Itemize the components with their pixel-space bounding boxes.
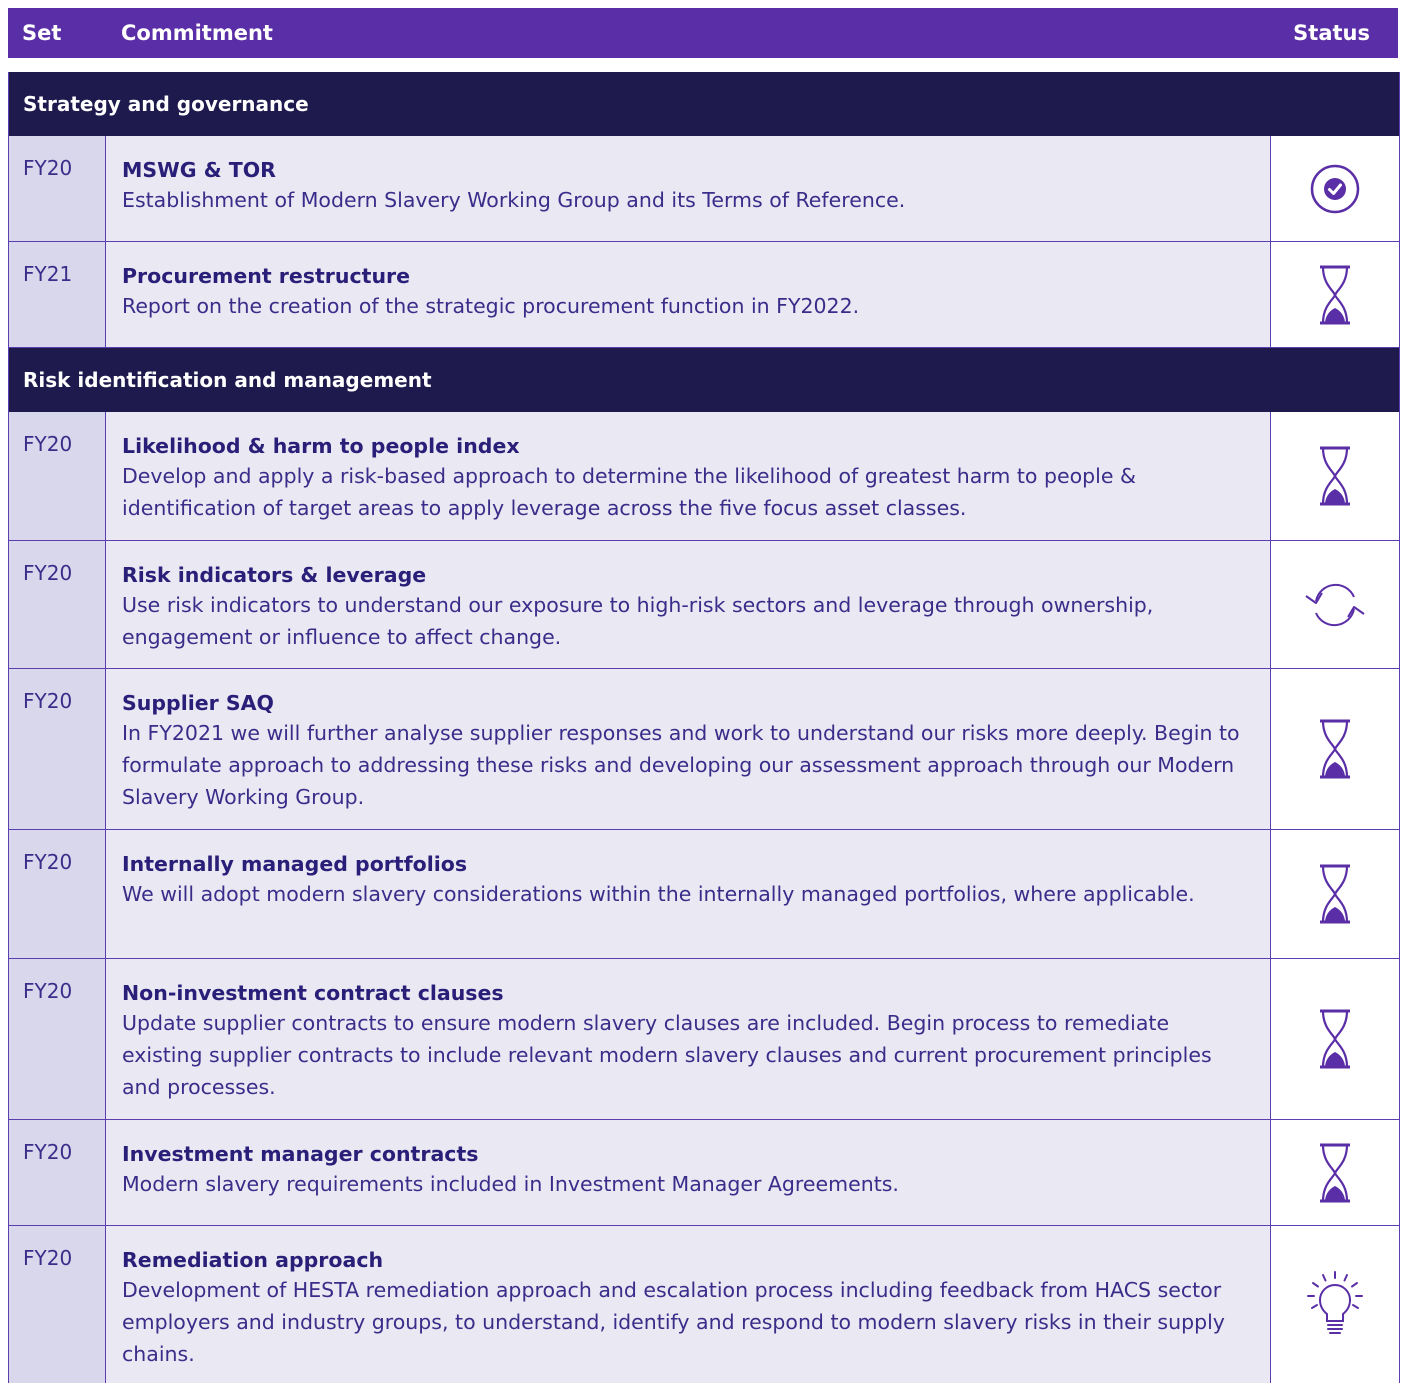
row-title: Risk indicators & leverage <box>122 563 427 587</box>
row-set: FY20 <box>9 412 106 540</box>
row-description: Establishment of Modern Slavery Working … <box>122 188 906 212</box>
row-title: Likelihood & harm to people index <box>122 434 520 458</box>
table-row: FY20 Remediation approach Development of… <box>9 1226 1399 1383</box>
row-description: Use risk indicators to understand our ex… <box>122 593 1154 649</box>
row-status <box>1271 1226 1399 1383</box>
hourglass-icon <box>1317 1008 1353 1070</box>
header-set: Set <box>22 21 62 45</box>
row-status <box>1271 1120 1399 1225</box>
hourglass-icon <box>1317 264 1353 326</box>
row-commitment: Internally managed portfolios We will ad… <box>106 830 1271 958</box>
row-description: Develop and apply a risk-based approach … <box>122 464 1136 520</box>
section-risk-identification: Risk identification and management <box>9 348 1399 412</box>
row-set: FY20 <box>9 830 106 958</box>
table-row: FY21 Procurement restructure Report on t… <box>9 242 1399 348</box>
row-commitment: Supplier SAQ In FY2021 we will further a… <box>106 669 1271 829</box>
row-set: FY20 <box>9 959 106 1119</box>
row-description: We will adopt modern slavery considerati… <box>122 882 1195 906</box>
hourglass-icon <box>1317 718 1353 780</box>
row-title: Internally managed portfolios <box>122 852 468 876</box>
row-title: Supplier SAQ <box>122 691 274 715</box>
check-circle-icon <box>1309 163 1361 215</box>
row-title: Investment manager contracts <box>122 1142 479 1166</box>
row-title: MSWG & TOR <box>122 158 276 182</box>
row-description: Report on the creation of the strategic … <box>122 294 860 318</box>
row-status <box>1271 412 1399 540</box>
row-status <box>1271 541 1399 668</box>
hourglass-icon <box>1317 445 1353 507</box>
lightbulb-icon <box>1303 1269 1367 1341</box>
row-set: FY21 <box>9 242 106 347</box>
table-row: FY20 Risk indicators & leverage Use risk… <box>9 541 1399 669</box>
row-status <box>1271 959 1399 1119</box>
row-description: Update supplier contracts to ensure mode… <box>122 1011 1212 1099</box>
row-commitment: Non-investment contract clauses Update s… <box>106 959 1271 1119</box>
row-status <box>1271 242 1399 347</box>
row-description: Modern slavery requirements included in … <box>122 1172 899 1196</box>
row-commitment: Investment manager contracts Modern slav… <box>106 1120 1271 1225</box>
header-status: Status <box>1293 21 1370 45</box>
refresh-icon <box>1302 578 1368 632</box>
table-header: Set Commitment Status <box>8 8 1398 58</box>
row-set: FY20 <box>9 669 106 829</box>
table-row: FY20 Non-investment contract clauses Upd… <box>9 959 1399 1120</box>
row-set: FY20 <box>9 541 106 668</box>
hourglass-icon <box>1317 863 1353 925</box>
row-title: Procurement restructure <box>122 264 411 288</box>
row-commitment: Procurement restructure Report on the cr… <box>106 242 1271 347</box>
row-status <box>1271 136 1399 241</box>
table-row: FY20 Internally managed portfolios We wi… <box>9 830 1399 959</box>
row-title: Non-investment contract clauses <box>122 981 504 1005</box>
table-row: FY20 Supplier SAQ In FY2021 we will furt… <box>9 669 1399 830</box>
table-row: FY20 MSWG & TOR Establishment of Modern … <box>9 136 1399 242</box>
section-strategy-governance: Strategy and governance <box>9 72 1399 136</box>
header-commitment: Commitment <box>121 21 273 45</box>
row-set: FY20 <box>9 136 106 241</box>
row-commitment: Remediation approach Development of HEST… <box>106 1226 1271 1383</box>
row-status <box>1271 830 1399 958</box>
row-set: FY20 <box>9 1226 106 1383</box>
row-set: FY20 <box>9 1120 106 1225</box>
row-commitment: MSWG & TOR Establishment of Modern Slave… <box>106 136 1271 241</box>
row-commitment: Likelihood & harm to people index Develo… <box>106 412 1271 540</box>
row-status <box>1271 669 1399 829</box>
table-row: FY20 Investment manager contracts Modern… <box>9 1120 1399 1226</box>
commitments-table: Strategy and governance FY20 MSWG & TOR … <box>8 72 1400 1383</box>
hourglass-icon <box>1317 1142 1353 1204</box>
row-commitment: Risk indicators & leverage Use risk indi… <box>106 541 1271 668</box>
row-description: In FY2021 we will further analyse suppli… <box>122 721 1240 809</box>
row-title: Remediation approach <box>122 1248 384 1272</box>
row-description: Development of HESTA remediation approac… <box>122 1278 1225 1366</box>
table-row: FY20 Likelihood & harm to people index D… <box>9 412 1399 541</box>
